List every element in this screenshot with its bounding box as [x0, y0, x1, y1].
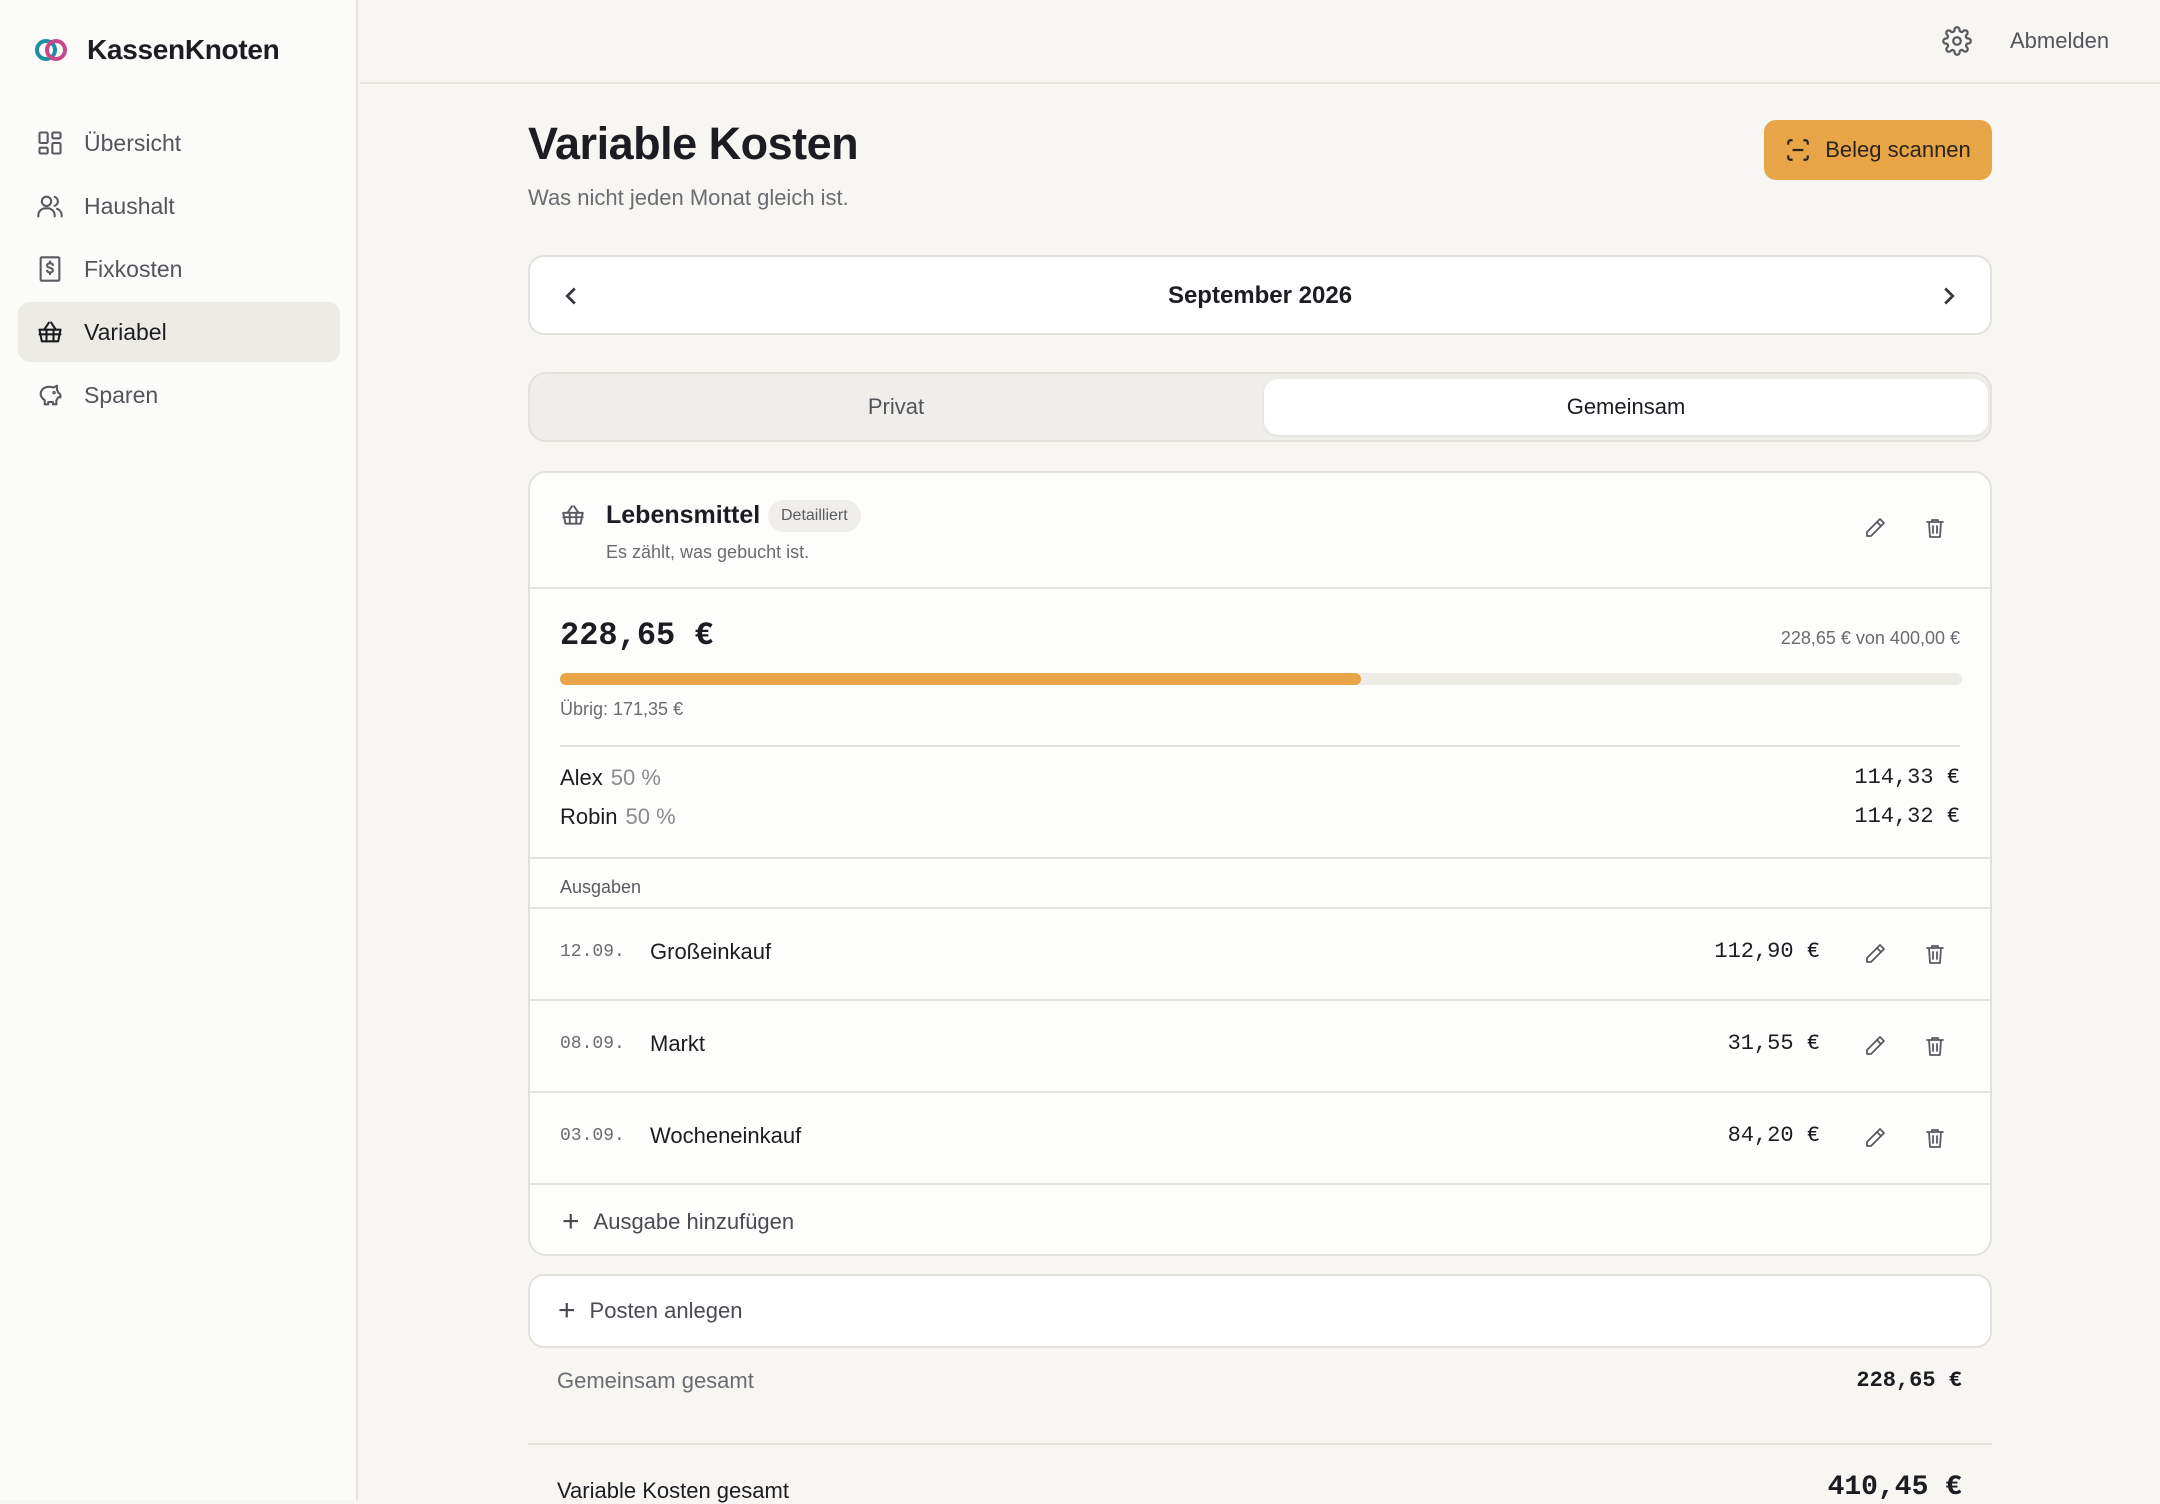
add-expense-button[interactable]: + Ausgabe hinzufügen — [530, 1183, 1990, 1254]
pencil-icon — [1866, 944, 1885, 963]
sidebar-nav: Übersicht Haushalt Fixkosten Variabel Sp… — [18, 113, 340, 428]
budget-status: 228,65 € von 400,00 € — [1780, 628, 1960, 648]
expense-actions — [1860, 939, 1950, 969]
add-expense-label: Ausgabe hinzufügen — [593, 1208, 795, 1234]
budget-progress-bar — [560, 673, 1962, 685]
chevron-right-icon[interactable] — [1934, 281, 1964, 311]
sidebar-item-uebersicht[interactable]: Übersicht — [18, 113, 340, 173]
split-name: Alex — [560, 765, 603, 790]
scope-tabs: Privat Gemeinsam — [528, 372, 1992, 442]
edit-expense-button[interactable] — [1860, 939, 1890, 969]
basket-icon — [36, 318, 64, 346]
split-percent: 50 % — [625, 804, 676, 829]
split-row: Alex 50 % 114,33 € — [560, 765, 1960, 795]
expense-row[interactable]: 08.09. Markt 31,55 € — [530, 999, 1990, 1091]
logout-button[interactable]: Abmelden — [2010, 28, 2109, 54]
expense-actions — [1860, 1123, 1950, 1153]
category-actions — [1860, 513, 1950, 543]
scan-icon — [1787, 139, 1810, 161]
topbar: Abmelden — [360, 0, 2160, 84]
month-selector: September 2026 — [528, 255, 1992, 335]
trash-icon — [1926, 945, 1944, 964]
category-header: Lebensmittel Detailliert Es zählt, was g… — [530, 473, 1990, 589]
receipt-icon — [36, 255, 64, 283]
pencil-icon — [1866, 1036, 1885, 1055]
sidebar-item-variabel[interactable]: Variabel — [18, 302, 340, 362]
expense-description: Markt — [650, 1031, 705, 1056]
users-icon — [36, 192, 64, 220]
trash-icon — [1926, 519, 1944, 538]
delete-expense-button[interactable] — [1920, 1031, 1950, 1061]
sidebar-item-label: Fixkosten — [84, 255, 183, 282]
divider — [530, 857, 1990, 859]
scan-receipt-button[interactable]: Beleg scannen — [1764, 120, 1992, 180]
delete-category-button[interactable] — [1920, 513, 1950, 543]
gear-icon[interactable] — [1942, 26, 1972, 56]
sidebar-item-label: Übersicht — [84, 129, 182, 156]
split-value: 114,33 € — [1854, 765, 1960, 790]
edit-category-button[interactable] — [1860, 513, 1890, 543]
tab-privat[interactable]: Privat — [534, 379, 1258, 435]
expense-amount: 84,20 € — [1727, 1123, 1820, 1148]
variable-total-value: 410,45 € — [1827, 1472, 1962, 1503]
split-name: Robin — [560, 804, 618, 829]
month-label: September 2026 — [1167, 282, 1353, 309]
remaining-budget: Übrig: 171,35 € — [560, 699, 684, 719]
expense-actions — [1860, 1031, 1950, 1061]
piggy-bank-icon — [36, 381, 64, 409]
plus-icon: + — [562, 1204, 580, 1238]
delete-expense-button[interactable] — [1920, 939, 1950, 969]
sidebar-item-label: Variabel — [84, 318, 167, 345]
expense-date: 12.09. — [560, 942, 625, 962]
category-amount: 228,65 € — [560, 617, 714, 654]
basket-icon — [560, 502, 586, 528]
expense-row[interactable]: 12.09. Großeinkauf 112,90 € — [530, 907, 1990, 999]
tab-gemeinsam[interactable]: Gemeinsam — [1264, 379, 1988, 435]
app-name: KassenKnoten — [87, 34, 280, 65]
sidebar-item-haushalt[interactable]: Haushalt — [18, 176, 340, 236]
sidebar-item-fixkosten[interactable]: Fixkosten — [18, 239, 340, 299]
sidebar: KassenKnoten Übersicht Haushalt Fixkoste… — [0, 0, 358, 1500]
budget-progress-fill — [560, 673, 1362, 685]
pencil-icon — [1866, 1128, 1885, 1147]
expense-amount: 112,90 € — [1714, 939, 1820, 964]
expense-date: 03.09. — [560, 1126, 625, 1146]
category-subtitle: Es zählt, was gebucht ist. — [606, 542, 810, 562]
pencil-icon — [1866, 518, 1885, 537]
expense-amount: 31,55 € — [1727, 1031, 1820, 1056]
delete-expense-button[interactable] — [1920, 1123, 1950, 1153]
expense-row[interactable]: 03.09. Wocheneinkauf 84,20 € — [530, 1091, 1990, 1183]
shared-total-value: 228,65 € — [1856, 1368, 1962, 1393]
page-subtitle: Was nicht jeden Monat gleich ist. — [528, 185, 849, 210]
trash-icon — [1926, 1129, 1944, 1148]
dashboard-icon — [36, 129, 64, 157]
category-badge: Detailliert — [768, 500, 861, 532]
expense-description: Wocheneinkauf — [650, 1123, 802, 1148]
sidebar-item-label: Haushalt — [84, 192, 175, 219]
expense-description: Großeinkauf — [650, 939, 772, 964]
add-item-button[interactable]: + Posten anlegen — [528, 1274, 1992, 1348]
sidebar-item-label: Sparen — [84, 381, 159, 408]
edit-expense-button[interactable] — [1860, 1031, 1890, 1061]
logo-icon — [33, 32, 69, 68]
divider — [528, 1443, 1992, 1445]
add-item-label: Posten anlegen — [589, 1298, 743, 1323]
split-percent: 50 % — [610, 765, 661, 790]
edit-expense-button[interactable] — [1860, 1123, 1890, 1153]
category-card: Lebensmittel Detailliert Es zählt, was g… — [528, 471, 1992, 1256]
split-row: Robin 50 % 114,32 € — [560, 804, 1960, 834]
expenses-label: Ausgaben — [560, 877, 642, 897]
plus-icon: + — [558, 1294, 576, 1327]
brand[interactable]: KassenKnoten — [33, 32, 280, 68]
divider — [560, 745, 1960, 747]
shared-total-label: Gemeinsam gesamt — [557, 1368, 754, 1393]
sidebar-item-sparen[interactable]: Sparen — [18, 365, 340, 425]
trash-icon — [1926, 1037, 1944, 1056]
variable-total-label: Variable Kosten gesamt — [557, 1478, 789, 1503]
split-value: 114,32 € — [1854, 804, 1960, 829]
expense-date: 08.09. — [560, 1034, 625, 1054]
page-title: Variable Kosten — [528, 118, 859, 169]
scan-receipt-label: Beleg scannen — [1825, 137, 1971, 162]
category-name: Lebensmittel — [606, 501, 761, 529]
